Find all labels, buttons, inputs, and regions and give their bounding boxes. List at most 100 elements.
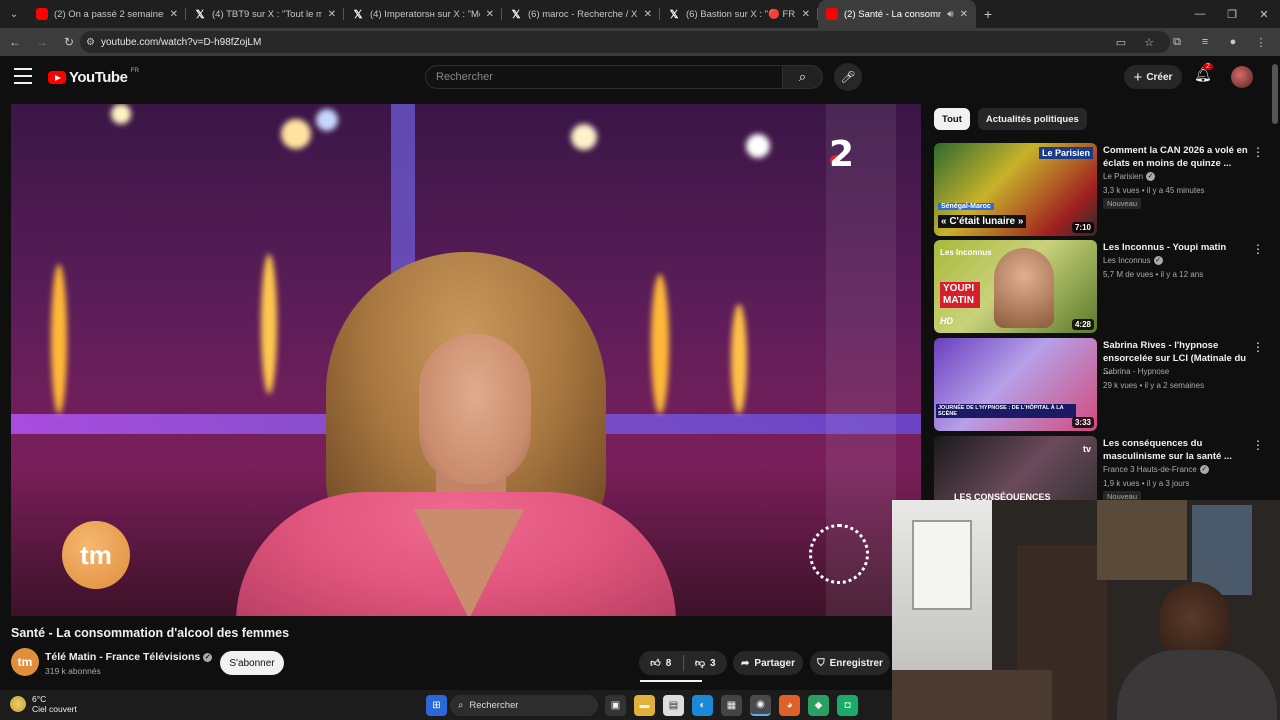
save-label: Enregistrer bbox=[829, 657, 883, 669]
browser-tab[interactable]: (2) Santé - La consommatio 🔊︎ ✕ bbox=[818, 0, 976, 28]
tab-search-button[interactable]: ⌄ bbox=[0, 0, 28, 28]
menu-icon[interactable]: ⋮ bbox=[1250, 31, 1272, 53]
close-tab-icon[interactable]: ✕ bbox=[486, 9, 494, 20]
verified-icon: ✓ bbox=[1199, 465, 1209, 475]
firefox-icon[interactable]: ◕ bbox=[779, 695, 800, 716]
maximize-icon[interactable]: ❐ bbox=[1216, 0, 1248, 28]
tele-matin-logo: tm bbox=[62, 521, 130, 589]
task-view-icon[interactable]: ▣ bbox=[605, 695, 626, 716]
loading-spinner-icon bbox=[809, 524, 869, 584]
recommendation-title[interactable]: Les Inconnus - Youpi matin bbox=[1103, 241, 1248, 254]
taskbar-search-placeholder: Rechercher bbox=[469, 700, 519, 711]
bokeh-light bbox=[51, 264, 67, 414]
address-bar[interactable]: ⚙ youtube.com/watch?v=D-h98fZojLM bbox=[80, 31, 1170, 53]
recommendation-channel[interactable]: France 3 Hauts-de-France bbox=[1103, 465, 1197, 474]
dislike-count: 3 bbox=[710, 657, 716, 669]
bokeh-light bbox=[261, 254, 277, 394]
tab-audio-icon[interactable]: 🔊︎ bbox=[947, 9, 953, 20]
reload-icon[interactable]: ↻ bbox=[57, 30, 81, 54]
back-icon[interactable]: ← bbox=[3, 30, 27, 54]
extensions-icon[interactable]: ⧉ bbox=[1166, 31, 1188, 53]
new-badge: Nouveau bbox=[1103, 198, 1142, 209]
close-tab-icon[interactable]: ✕ bbox=[644, 9, 652, 20]
share-label: Partager bbox=[754, 657, 795, 669]
thumbnail-caption: « C'était lunaire » bbox=[938, 215, 1027, 228]
more-options-icon[interactable]: ⋮ bbox=[1252, 340, 1264, 354]
dislike-button[interactable]: 👎︎ 3 bbox=[684, 657, 728, 670]
close-tab-icon[interactable]: ✕ bbox=[802, 9, 810, 20]
chip-politics[interactable]: Actualités politiques bbox=[977, 108, 1087, 130]
filter-chips: Tout Actualités politiques bbox=[934, 108, 1087, 130]
recommendation-item[interactable]: Le Parisien Sénégal-Maroc « C'était luna… bbox=[934, 143, 1264, 237]
microphone-icon: 🎤︎ bbox=[840, 70, 856, 84]
voice-search-button[interactable]: 🎤︎ bbox=[834, 63, 862, 91]
recommendation-channel[interactable]: Les Inconnus bbox=[1103, 256, 1151, 265]
tab-title: (2) Santé - La consommatio bbox=[844, 8, 941, 20]
save-button[interactable]: ⛉ Enregistrer bbox=[810, 651, 890, 675]
verified-icon: ✓ bbox=[1153, 256, 1163, 266]
share-button[interactable]: ➦ Partager bbox=[733, 651, 803, 675]
video-thumbnail[interactable]: JOURNÉE DE L'HYPNOSE : DE L'HÔPITAL À LA… bbox=[934, 338, 1097, 431]
close-tab-icon[interactable]: ✕ bbox=[170, 9, 178, 20]
search-input[interactable]: Rechercher bbox=[425, 65, 783, 89]
notepad-icon[interactable]: ▤ bbox=[663, 695, 684, 716]
x-icon: 𝕏 bbox=[511, 8, 521, 21]
create-button[interactable]: + Créer bbox=[1124, 65, 1182, 89]
browser-tab[interactable]: (2) On a passé 2 semaines avec ✕ bbox=[28, 0, 186, 28]
subscribe-button[interactable]: S'abonner bbox=[220, 651, 284, 675]
like-button[interactable]: 👍︎ 8 bbox=[639, 657, 683, 670]
browser-tab[interactable]: 𝕏 (4) TBT9 sur X : "Tout le monde ✕ bbox=[186, 0, 344, 28]
store-icon[interactable]: ▦ bbox=[721, 695, 742, 716]
bookmark-star-icon[interactable]: ☆ bbox=[1138, 31, 1160, 53]
video-duration: 4:28 bbox=[1071, 319, 1094, 330]
channel-avatar[interactable]: tm bbox=[11, 648, 39, 676]
youtube-logo[interactable]: YouTube FR bbox=[48, 67, 139, 86]
notifications-bell-icon[interactable]: 🔔︎ 2 bbox=[1194, 63, 1213, 83]
recommendation-item[interactable]: JOURNÉE DE L'HYPNOSE : DE L'HÔPITAL À LA… bbox=[934, 338, 1264, 432]
app-icon[interactable]: ◘ bbox=[837, 695, 858, 716]
cast-icon[interactable]: ▭ bbox=[1110, 31, 1132, 53]
close-tab-icon[interactable]: ✕ bbox=[960, 9, 968, 20]
studio-pillar bbox=[391, 104, 415, 274]
taskbar-search[interactable]: ⌕ Rechercher bbox=[450, 695, 598, 716]
recommendation-item[interactable]: Les Inconnus YOUPI MATIN HD 4:28 Les Inc… bbox=[934, 240, 1264, 334]
more-options-icon[interactable]: ⋮ bbox=[1252, 438, 1264, 452]
search-button[interactable]: ⌕ bbox=[783, 65, 823, 89]
chip-all[interactable]: Tout bbox=[934, 108, 970, 130]
video-player[interactable]: tm 2 bbox=[11, 104, 921, 616]
hamburger-menu-icon[interactable] bbox=[14, 68, 32, 84]
close-window-icon[interactable]: ✕ bbox=[1248, 0, 1280, 28]
file-explorer-icon[interactable]: ▬ bbox=[634, 695, 655, 716]
profile-icon[interactable]: ● bbox=[1222, 31, 1244, 53]
close-tab-icon[interactable]: ✕ bbox=[328, 9, 336, 20]
forward-icon[interactable]: → bbox=[30, 30, 54, 54]
edge-icon[interactable]: ◐ bbox=[692, 695, 713, 716]
windows-start-icon[interactable]: ⊞ bbox=[426, 695, 447, 716]
channel-name-row[interactable]: Télé Matin - France Télévisions ✓ bbox=[45, 651, 213, 663]
new-tab-button[interactable]: + bbox=[976, 6, 1000, 22]
weather-widget[interactable]: 6°C Ciel couvert bbox=[10, 694, 77, 714]
video-thumbnail[interactable]: Les Inconnus YOUPI MATIN HD 4:28 bbox=[934, 240, 1097, 333]
more-options-icon[interactable]: ⋮ bbox=[1252, 242, 1264, 256]
video-thumbnail[interactable]: Le Parisien Sénégal-Maroc « C'était luna… bbox=[934, 143, 1097, 236]
app-icon[interactable]: ◆ bbox=[808, 695, 829, 716]
recommendation-channel[interactable]: Sabrina - Hypnose bbox=[1103, 367, 1169, 376]
site-settings-icon[interactable]: ⚙ bbox=[86, 37, 95, 48]
thumbs-up-icon: 👍︎ bbox=[650, 658, 661, 669]
account-avatar[interactable] bbox=[1231, 66, 1253, 88]
browser-tab[interactable]: 𝕏 (6) maroc - Recherche / X ✕ bbox=[502, 0, 660, 28]
chrome-icon[interactable]: ◉ bbox=[750, 695, 771, 716]
recommendation-title[interactable]: Les conséquences du masculinisme sur la … bbox=[1103, 437, 1248, 463]
channel-name[interactable]: Télé Matin - France Télévisions bbox=[45, 651, 200, 663]
webcam-overlay bbox=[892, 500, 1280, 720]
browser-tab[interactable]: 𝕏 (4) Imperatorsн sur X : "Même ✕ bbox=[344, 0, 502, 28]
more-options-icon[interactable]: ⋮ bbox=[1252, 145, 1264, 159]
recommendation-channel[interactable]: Le Parisien bbox=[1103, 172, 1143, 181]
media-icon[interactable]: ≡ bbox=[1194, 31, 1216, 53]
page-scrollbar[interactable] bbox=[1272, 64, 1278, 124]
youtube-icon bbox=[36, 8, 48, 20]
minimize-icon[interactable]: — bbox=[1184, 0, 1216, 28]
recommendation-title[interactable]: Comment la CAN 2026 a volé en éclats en … bbox=[1103, 144, 1248, 170]
browser-tab[interactable]: 𝕏 (6) Bastion sur X : "🔴 FR ALERTE ✕ bbox=[660, 0, 818, 28]
recommendation-meta: 5,7 M de vues • il y a 12 ans bbox=[1103, 270, 1204, 279]
